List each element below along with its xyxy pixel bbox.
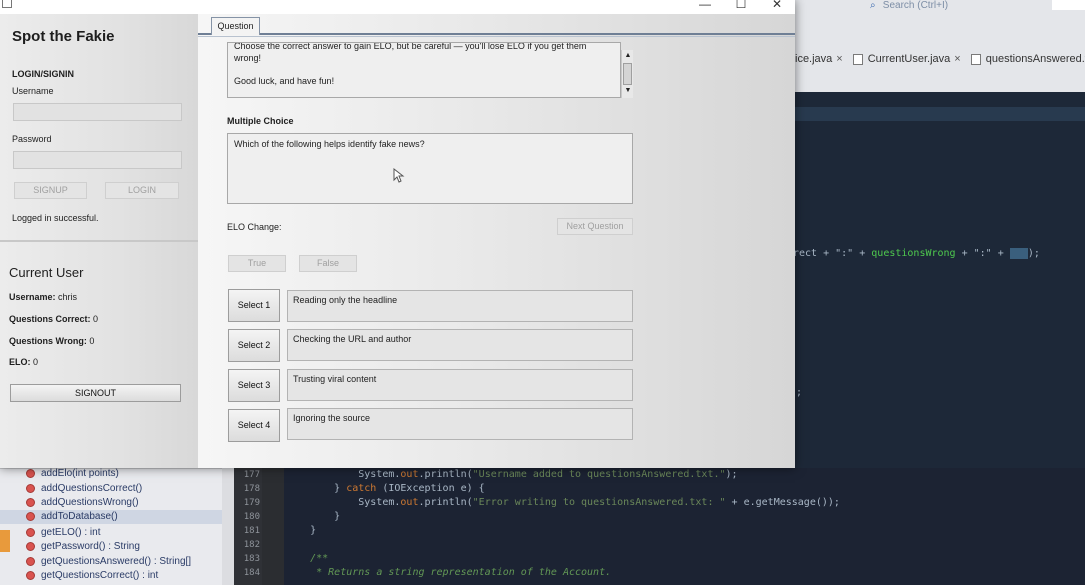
method-icon bbox=[26, 484, 35, 493]
search-icon: ⌕ bbox=[870, 0, 876, 11]
line-number: 182 bbox=[243, 540, 260, 550]
login-status: Logged in successful. bbox=[12, 213, 99, 223]
line-number: 179 bbox=[243, 498, 260, 508]
select-3-button[interactable]: Select 3 bbox=[228, 369, 280, 402]
ide-search-field[interactable]: ⌕ Search (Ctrl+I) bbox=[870, 0, 1040, 11]
elo-change-label: ELO Change: bbox=[227, 222, 282, 232]
app-window: — ☐ ✕ Spot the Fakie LOGIN/SIGNIN Userna… bbox=[0, 0, 795, 468]
scroll-down-icon[interactable]: ▼ bbox=[623, 86, 633, 96]
user-info-wrong: Questions Wrong: 0 bbox=[9, 336, 95, 346]
code-fragment-semicolon: ; bbox=[796, 387, 803, 398]
minimize-button[interactable]: — bbox=[697, 0, 713, 11]
false-button[interactable]: False bbox=[299, 255, 357, 272]
true-button[interactable]: True bbox=[228, 255, 286, 272]
code-line: } bbox=[334, 511, 341, 522]
multiple-choice-label: Multiple Choice bbox=[227, 116, 294, 126]
login-button[interactable]: LOGIN bbox=[105, 182, 179, 199]
select-4-button[interactable]: Select 4 bbox=[228, 409, 280, 442]
instructions-text[interactable]: Choose the correct answer to gain ELO, b… bbox=[227, 42, 621, 98]
app-title: Spot the Fakie bbox=[12, 28, 115, 45]
app-icon bbox=[2, 0, 12, 8]
answer-option-3: Trusting viral content bbox=[287, 369, 633, 401]
instructions-scrollbar[interactable]: ▲ ▼ bbox=[621, 50, 633, 98]
code-line: * Returns a string representation of the… bbox=[316, 567, 612, 578]
answer-option-2: Checking the URL and author bbox=[287, 329, 633, 361]
question-text: Which of the following helps identify fa… bbox=[227, 133, 633, 204]
navigator-item[interactable]: getELO() : int bbox=[26, 527, 100, 538]
navigator-item[interactable]: getQuestionsAnswered() : String[] bbox=[26, 556, 191, 567]
method-icon bbox=[26, 498, 35, 507]
code-line: /** bbox=[310, 553, 329, 564]
login-section-label: LOGIN/SIGNIN bbox=[12, 69, 75, 79]
navigator-item[interactable]: addToDatabase() bbox=[26, 511, 118, 522]
java-file-icon bbox=[852, 53, 863, 65]
title-bar: — ☐ ✕ bbox=[0, 0, 795, 14]
line-number: 184 bbox=[243, 568, 260, 578]
username-label: Username bbox=[12, 86, 54, 96]
user-info-elo: ELO: 0 bbox=[9, 357, 39, 367]
maximize-button[interactable]: ☐ bbox=[733, 0, 749, 11]
navigator-item[interactable]: getPassword() : String bbox=[26, 541, 140, 552]
answer-option-1: Reading only the headline bbox=[287, 290, 633, 322]
code-line: System.out.println("Error writing to que… bbox=[358, 497, 840, 508]
ide-header-area bbox=[795, 0, 1085, 92]
method-icon bbox=[26, 542, 35, 551]
user-info-correct: Questions Correct: 0 bbox=[9, 314, 99, 324]
line-number: 180 bbox=[243, 512, 260, 522]
close-icon[interactable]: × bbox=[836, 53, 842, 65]
code-fragment-return: rect + ":" + questionsWrong + ":" + ); bbox=[793, 248, 1040, 259]
close-button[interactable]: ✕ bbox=[769, 0, 785, 11]
scroll-thumb[interactable] bbox=[623, 63, 632, 85]
navigator-item[interactable]: addQuestionsWrong() bbox=[26, 497, 139, 508]
current-user-title: Current User bbox=[9, 265, 84, 280]
editor-current-line bbox=[795, 107, 1085, 121]
answer-option-4: Ignoring the source bbox=[287, 408, 633, 440]
method-icon bbox=[26, 512, 35, 521]
user-info-username: Username: chris bbox=[9, 292, 78, 302]
scroll-up-icon[interactable]: ▲ bbox=[623, 51, 633, 61]
method-icon bbox=[26, 571, 35, 580]
navigator-marker bbox=[0, 530, 10, 552]
username-field[interactable] bbox=[13, 103, 182, 121]
select-1-button[interactable]: Select 1 bbox=[228, 289, 280, 322]
mouse-cursor-icon bbox=[393, 168, 405, 183]
fold-column bbox=[262, 468, 284, 585]
line-number: 183 bbox=[243, 554, 260, 564]
panel-divider bbox=[0, 240, 198, 242]
code-line: } bbox=[310, 525, 317, 536]
close-icon[interactable]: × bbox=[954, 53, 960, 65]
ide-tab-ice[interactable]: ice.java × bbox=[795, 53, 843, 65]
method-icon bbox=[26, 469, 35, 478]
text-file-icon bbox=[970, 53, 981, 65]
navigator-item[interactable]: addElo(int points) bbox=[26, 468, 119, 479]
code-line: System.out.println("Username added to qu… bbox=[358, 469, 738, 480]
code-line: } catch (IOException e) { bbox=[334, 483, 485, 494]
ide-tab-currentuser[interactable]: CurrentUser.java × bbox=[852, 53, 961, 65]
method-icon bbox=[26, 528, 35, 537]
password-field[interactable] bbox=[13, 151, 182, 169]
line-number: 178 bbox=[243, 484, 260, 494]
ide-tab-questionsanswered[interactable]: questionsAnswered.txt... bbox=[970, 53, 1085, 65]
line-number: 181 bbox=[243, 526, 260, 536]
line-number: 177 bbox=[243, 470, 260, 480]
signout-button[interactable]: SIGNOUT bbox=[10, 384, 181, 402]
method-icon bbox=[26, 557, 35, 566]
tab-strip-shadow bbox=[198, 36, 795, 37]
password-label: Password bbox=[12, 134, 52, 144]
next-question-button[interactable]: Next Question bbox=[557, 218, 633, 235]
tab-strip bbox=[198, 33, 795, 35]
ide-tab-bar: ice.java × CurrentUser.java × questionsAns… bbox=[795, 48, 1085, 70]
editor-gutter bbox=[222, 468, 234, 585]
signup-button[interactable]: SIGNUP bbox=[14, 182, 87, 199]
code-editor[interactable] bbox=[795, 92, 1085, 470]
select-2-button[interactable]: Select 2 bbox=[228, 329, 280, 362]
ide-scroll-region bbox=[1052, 0, 1085, 10]
tab-question[interactable]: Question bbox=[211, 17, 260, 35]
navigator-item[interactable]: addQuestionsCorrect() bbox=[26, 483, 142, 494]
navigator-item[interactable]: getQuestionsCorrect() : int bbox=[26, 570, 158, 581]
